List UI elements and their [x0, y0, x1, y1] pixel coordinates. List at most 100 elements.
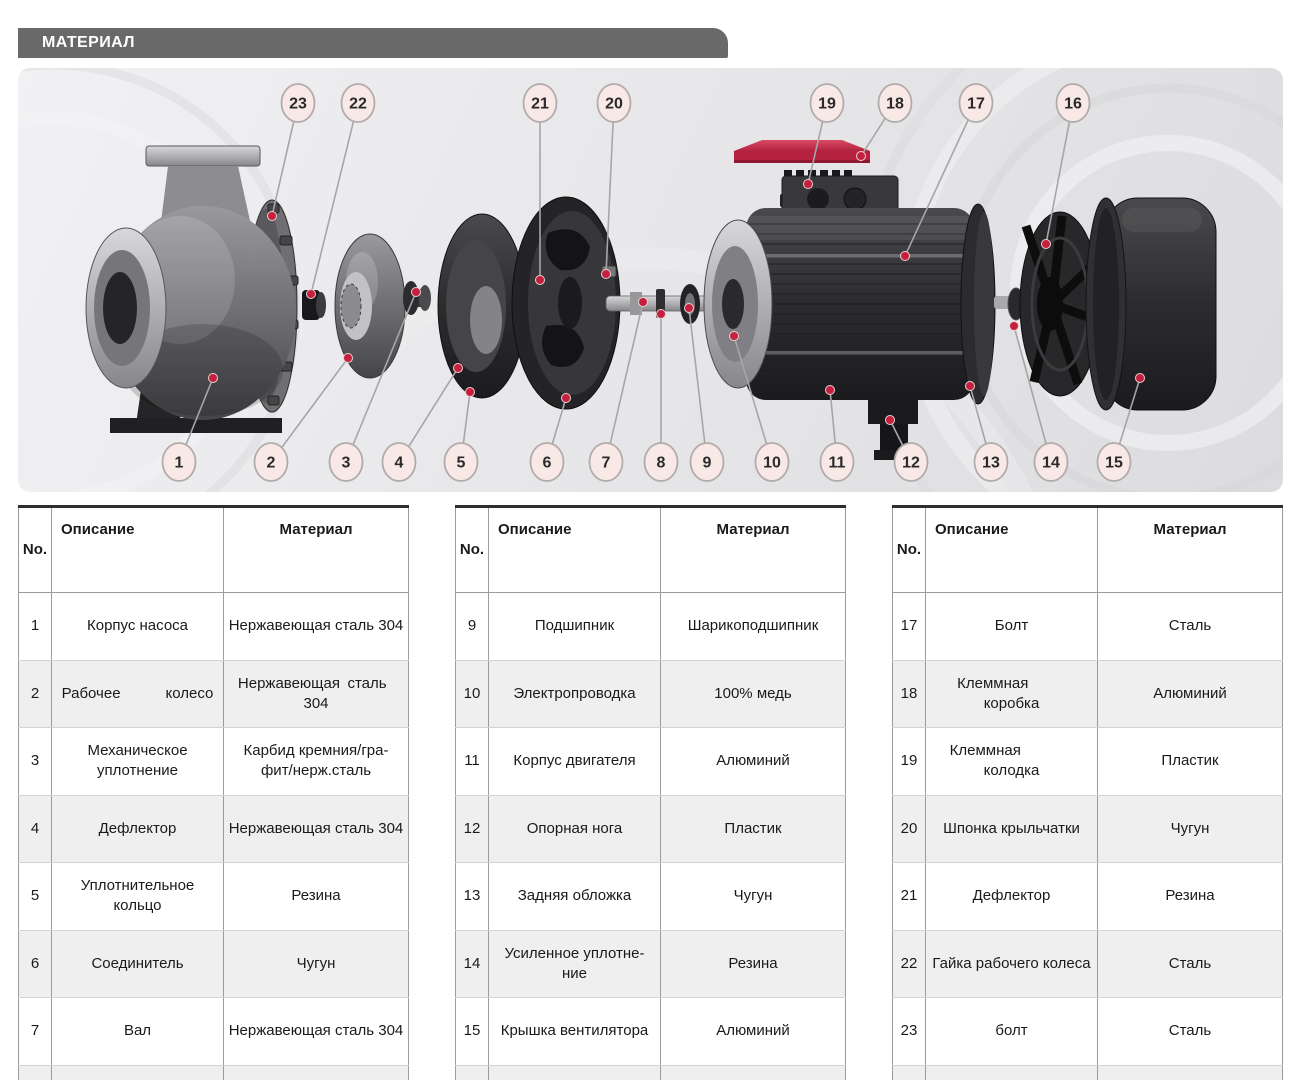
pump-exploded-diagram-panel: 1234567891011121314151617181920212223 — [18, 68, 1283, 492]
description-cell: Усиленное уплотнение — [52, 1065, 224, 1080]
col-header-description: Описание — [52, 507, 224, 593]
callout-label-4: 4 — [395, 455, 404, 472]
callout-dot-7 — [639, 298, 648, 307]
callout-dot-18 — [857, 152, 866, 161]
callout-label-13: 13 — [982, 455, 1000, 472]
materials-table-2: No. Описание Материал 9ПодшипникШарикопо… — [455, 505, 846, 1080]
callout-dot-4 — [454, 364, 463, 373]
callout-dot-19 — [804, 180, 813, 189]
section-header: МАТЕРИАЛ — [18, 28, 728, 58]
row-number-cell: 6 — [19, 930, 52, 998]
callout-label-2: 2 — [267, 455, 276, 472]
description-cell: Клеммная коробка — [926, 660, 1098, 728]
table-row: 5Уплотнительное кольцоРезина — [19, 863, 409, 931]
table-row: 2Рабочее колесоНержавеющая сталь 304 — [19, 660, 409, 728]
callout-dot-6 — [562, 394, 571, 403]
row-number-cell: 22 — [893, 930, 926, 998]
table-row: 17БолтСталь — [893, 593, 1283, 661]
callout-label-23: 23 — [289, 96, 307, 113]
material-cell: Пластик — [1098, 728, 1283, 796]
row-number-cell: 11 — [456, 728, 489, 796]
material-cell: Сталь — [1098, 593, 1283, 661]
material-cell: Алюминий — [661, 728, 846, 796]
callout-label-19: 19 — [818, 96, 836, 113]
row-number-cell: 13 — [456, 863, 489, 931]
row-number-cell — [893, 1065, 926, 1080]
row-number-cell: 18 — [893, 660, 926, 728]
material-cell: 100% медь — [661, 660, 846, 728]
description-cell: Задняя обложка — [489, 863, 661, 931]
material-cell: Чугун — [1098, 795, 1283, 863]
table-row: 21ДефлекторРезина — [893, 863, 1283, 931]
fan-cover-illustration — [1086, 198, 1216, 410]
table-row: 3Механическое уплотнениеКарбид кремния/г… — [19, 728, 409, 796]
material-cell: Резина — [224, 863, 409, 931]
material-cell: Резина — [661, 930, 846, 998]
materials-table-1: No. Описание Материал 1Корпус насосаНерж… — [18, 505, 409, 1080]
row-number-cell: 19 — [893, 728, 926, 796]
catalog-page: МАТЕРИАЛ — [0, 0, 1289, 1080]
description-cell: Вал — [52, 998, 224, 1066]
pump-exploded-diagram: 1234567891011121314151617181920212223 — [18, 68, 1283, 492]
callout-dot-2 — [344, 354, 353, 363]
table-row: 23болтСталь — [893, 998, 1283, 1066]
material-tables: No. Описание Материал 1Корпус насосаНерж… — [18, 505, 1283, 1080]
description-cell — [926, 1065, 1098, 1080]
row-number-cell: 17 — [893, 593, 926, 661]
description-cell: Крышка вентилятора — [489, 998, 661, 1066]
callout-dot-12 — [886, 416, 895, 425]
callout-label-12: 12 — [902, 455, 920, 472]
callout-dot-13 — [966, 382, 975, 391]
callout-dot-21 — [536, 276, 545, 285]
callout-label-8: 8 — [657, 455, 666, 472]
table-header-row: No. Описание Материал — [456, 507, 846, 593]
description-cell: Усиленное уплотне- ние — [489, 930, 661, 998]
row-number-cell: 12 — [456, 795, 489, 863]
callout-dot-15 — [1136, 374, 1145, 383]
table-row: 19Клеммная колодкаПластик — [893, 728, 1283, 796]
callout-dot-5 — [466, 388, 475, 397]
callout-dot-20 — [602, 270, 611, 279]
col-header-description: Описание — [926, 507, 1098, 593]
material-cell: Пластик — [661, 795, 846, 863]
table-row: 8Усиленное уплотнениеРезина — [19, 1065, 409, 1080]
material-cell — [1098, 1065, 1283, 1080]
callout-label-5: 5 — [457, 455, 466, 472]
col-header-description: Описание — [489, 507, 661, 593]
description-cell: Вентилятор — [489, 1065, 661, 1080]
callout-label-14: 14 — [1042, 455, 1060, 472]
callout-dot-23 — [268, 212, 277, 221]
callout-dot-10 — [730, 332, 739, 341]
terminal-box-cover-illustration — [734, 140, 870, 163]
description-cell: Болт — [926, 593, 1098, 661]
col-header-material: Материал — [1098, 507, 1283, 593]
table-row: 15Крышка вентилятораАлюминий — [456, 998, 846, 1066]
row-number-cell: 16 — [456, 1065, 489, 1080]
callout-label-6: 6 — [543, 455, 552, 472]
callout-dot-11 — [826, 386, 835, 395]
callout-label-11: 11 — [829, 455, 846, 472]
materials-table-3: No. Описание Материал 17БолтСталь18Клемм… — [892, 505, 1283, 1080]
material-cell: Чугун — [661, 863, 846, 931]
callout-label-22: 22 — [349, 96, 367, 113]
callout-label-20: 20 — [605, 96, 623, 113]
row-number-cell: 10 — [456, 660, 489, 728]
description-cell: Электропроводка — [489, 660, 661, 728]
callout-label-18: 18 — [886, 96, 904, 113]
table-row: 16ВентиляторПластик — [456, 1065, 846, 1080]
callout-dot-3 — [412, 288, 421, 297]
row-number-cell: 2 — [19, 660, 52, 728]
description-cell: Механическое уплотнение — [52, 728, 224, 796]
description-cell: Уплотнительное кольцо — [52, 863, 224, 931]
table-row — [893, 1065, 1283, 1080]
material-cell: Сталь — [1098, 998, 1283, 1066]
col-header-material: Материал — [661, 507, 846, 593]
callout-label-17: 17 — [967, 96, 985, 113]
description-cell: Корпус насоса — [52, 593, 224, 661]
material-cell: Пластик — [661, 1065, 846, 1080]
row-number-cell: 3 — [19, 728, 52, 796]
tie-bolt-illustration — [754, 254, 976, 258]
callout-label-1: 1 — [175, 455, 184, 472]
callout-dot-9 — [685, 304, 694, 313]
col-header-material: Материал — [224, 507, 409, 593]
